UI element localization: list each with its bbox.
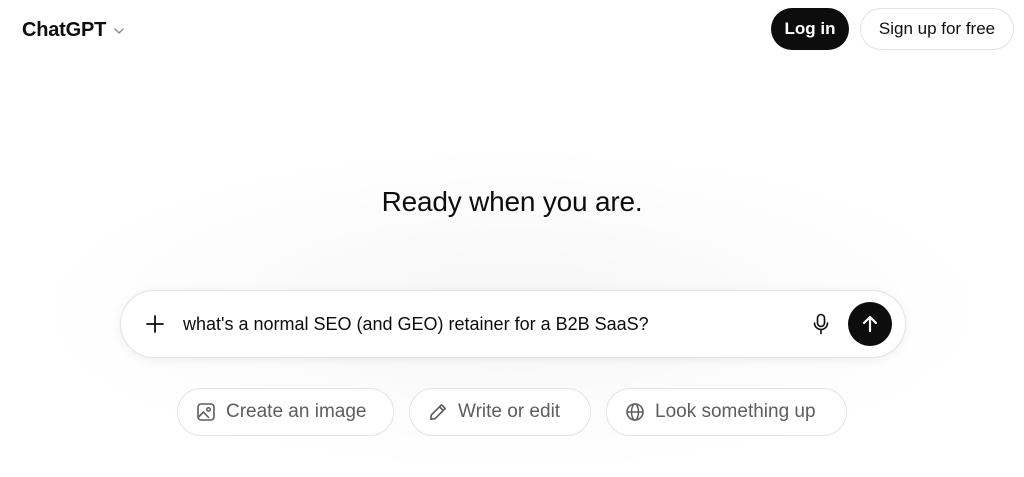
prompt-composer — [120, 290, 906, 358]
page-headline: Ready when you are. — [381, 186, 643, 217]
suggestion-write-edit[interactable]: Write or edit — [409, 388, 591, 436]
suggestion-label: Create an image — [226, 401, 367, 422]
voice-input-button[interactable] — [805, 308, 837, 340]
suggestion-label: Look something up — [655, 401, 816, 422]
suggestion-create-image[interactable]: Create an image — [177, 388, 394, 436]
signup-button[interactable]: Sign up for free — [860, 8, 1014, 50]
suggestion-chips: Create an image Write or edit Look somet… — [0, 388, 1024, 436]
chevron-down-icon — [112, 24, 126, 38]
model-switcher[interactable]: ChatGPT — [20, 12, 128, 48]
globe-icon — [625, 402, 645, 422]
chatgpt-landing-page: ChatGPT Log in Sign up for free Ready wh… — [0, 0, 1024, 477]
brand-title: ChatGPT — [22, 18, 107, 41]
prompt-input[interactable] — [183, 309, 783, 339]
send-button[interactable] — [848, 302, 892, 346]
image-icon — [196, 402, 216, 422]
pencil-icon — [428, 402, 448, 422]
arrow-up-icon — [860, 314, 880, 334]
microphone-icon — [811, 313, 831, 335]
plus-icon — [145, 314, 165, 334]
suggestion-label: Write or edit — [458, 401, 561, 422]
attach-button[interactable] — [139, 308, 171, 340]
login-button[interactable]: Log in — [771, 8, 849, 50]
suggestion-look-up[interactable]: Look something up — [606, 388, 847, 436]
